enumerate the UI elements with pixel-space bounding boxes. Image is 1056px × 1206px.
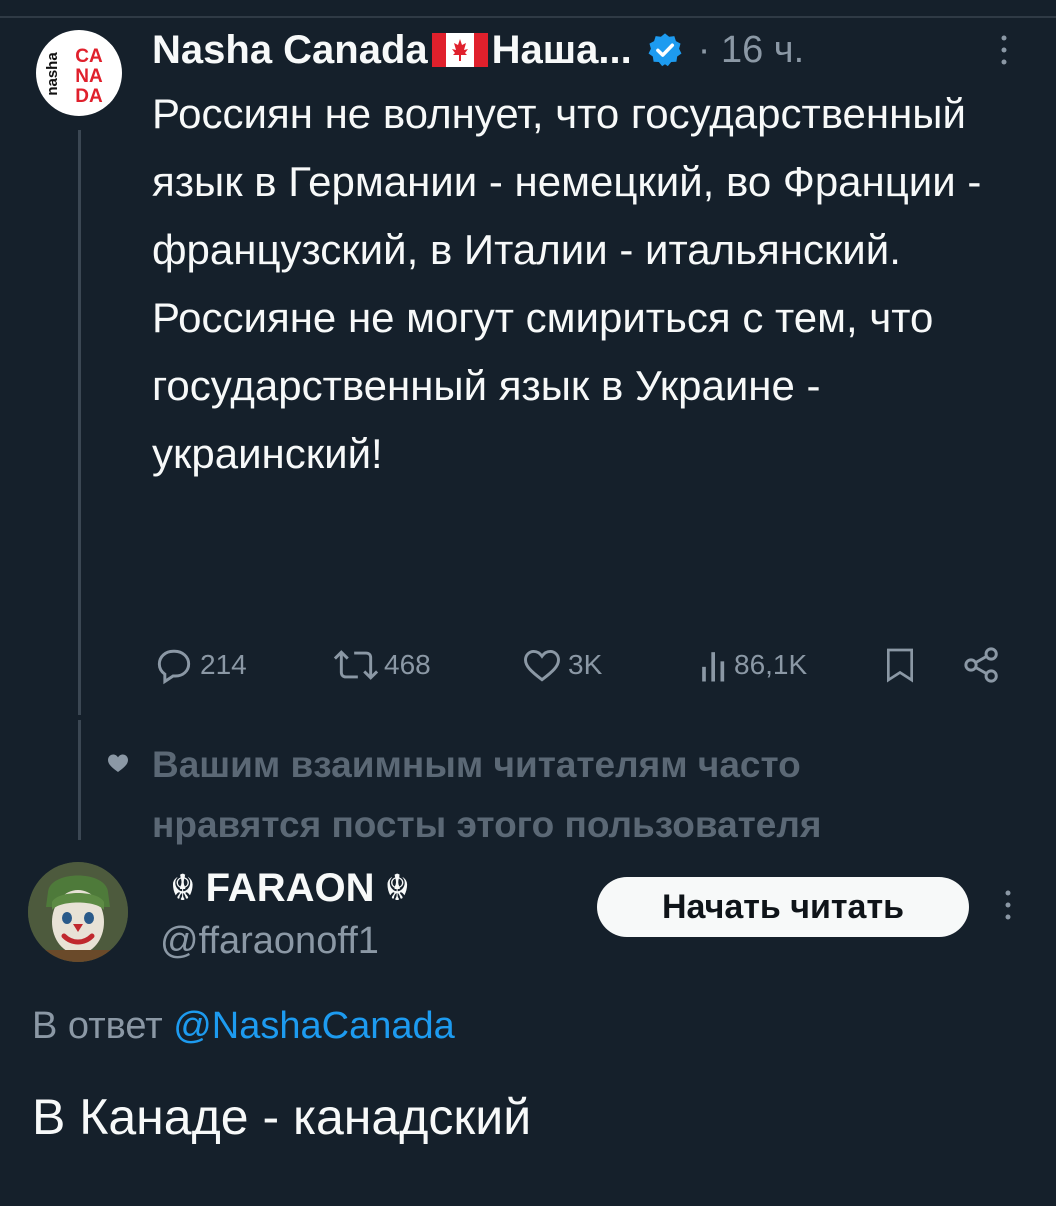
like-button[interactable]: 3K — [520, 640, 602, 690]
thread-connector-lower — [78, 720, 81, 840]
views-count: 86,1K — [734, 649, 808, 680]
post-text-paragraph: Россиян не волнует, что государственный … — [152, 90, 982, 273]
khanda-icon: ☬ — [384, 867, 411, 908]
author-avatar[interactable]: nasha CA NA DA — [36, 30, 122, 116]
bookmark-icon — [887, 648, 913, 683]
repost-icon — [333, 650, 379, 680]
canada-flag-icon — [431, 33, 488, 67]
svg-text:CA: CA — [75, 46, 103, 67]
svg-text:DA: DA — [75, 86, 103, 104]
follow-button[interactable]: Начать читать — [597, 877, 969, 937]
reply-context: В ответ @NashaCanada — [32, 1005, 455, 1048]
views-icon — [702, 652, 725, 682]
suggested-user-handle[interactable]: @ffaraonoff1 — [160, 920, 420, 963]
joker-avatar-image — [28, 862, 128, 962]
khanda-icon: ☬ — [170, 867, 196, 908]
top-divider — [0, 16, 1056, 18]
post-time[interactable]: · 16 ч. — [698, 29, 804, 72]
mention-link[interactable]: @NashaCanada — [173, 1005, 455, 1047]
author-name-suffix[interactable]: Наша... — [492, 28, 632, 73]
reply-text: В Канаде - канадский — [32, 1089, 532, 1145]
share-button[interactable] — [960, 640, 1008, 690]
reply-button[interactable]: 214 — [152, 640, 247, 690]
suggested-user-avatar[interactable] — [28, 862, 128, 962]
suggested-user-name: FARAON — [205, 865, 375, 910]
share-icon — [964, 647, 998, 683]
more-icon[interactable] — [994, 30, 1014, 70]
bookmark-button[interactable] — [880, 640, 924, 690]
canada-logo-letters: CA NA DA — [64, 44, 114, 104]
post-text-paragraph: Россияне не могут смириться с тем, что г… — [152, 294, 934, 477]
author-name[interactable]: Nasha Canada — [152, 28, 428, 73]
suggested-user-display-name[interactable]: ☬ FARAON ☬ — [160, 860, 420, 916]
repost-button[interactable]: 468 — [332, 640, 431, 690]
reply-icon — [157, 649, 191, 685]
svg-text:NA: NA — [75, 66, 103, 87]
post-header: Nasha Canada Наша... · 16 ч. — [152, 20, 804, 80]
views-button[interactable]: 86,1K — [700, 640, 807, 690]
like-icon — [524, 649, 560, 682]
nasha-logo-side-text: nasha — [44, 52, 60, 96]
post-actions: 214 468 3K 86,1K — [152, 640, 1032, 690]
like-count: 3K — [568, 649, 603, 680]
repost-count: 468 — [384, 649, 431, 680]
social-context: Вашим взаимным читателям часто нравятся … — [152, 744, 822, 845]
reply-count: 214 — [200, 649, 247, 680]
more-icon[interactable] — [998, 885, 1018, 925]
post-text: Россиян не волнует, что государственный … — [152, 80, 1042, 488]
verified-icon — [648, 33, 682, 67]
svg-text:nasha: nasha — [44, 52, 60, 96]
heart-icon — [108, 754, 128, 772]
suggested-user[interactable]: ☬ FARAON ☬ @ffaraonoff1 — [160, 860, 420, 963]
reply-prefix: В ответ — [32, 1005, 163, 1047]
thread-connector — [78, 130, 81, 715]
